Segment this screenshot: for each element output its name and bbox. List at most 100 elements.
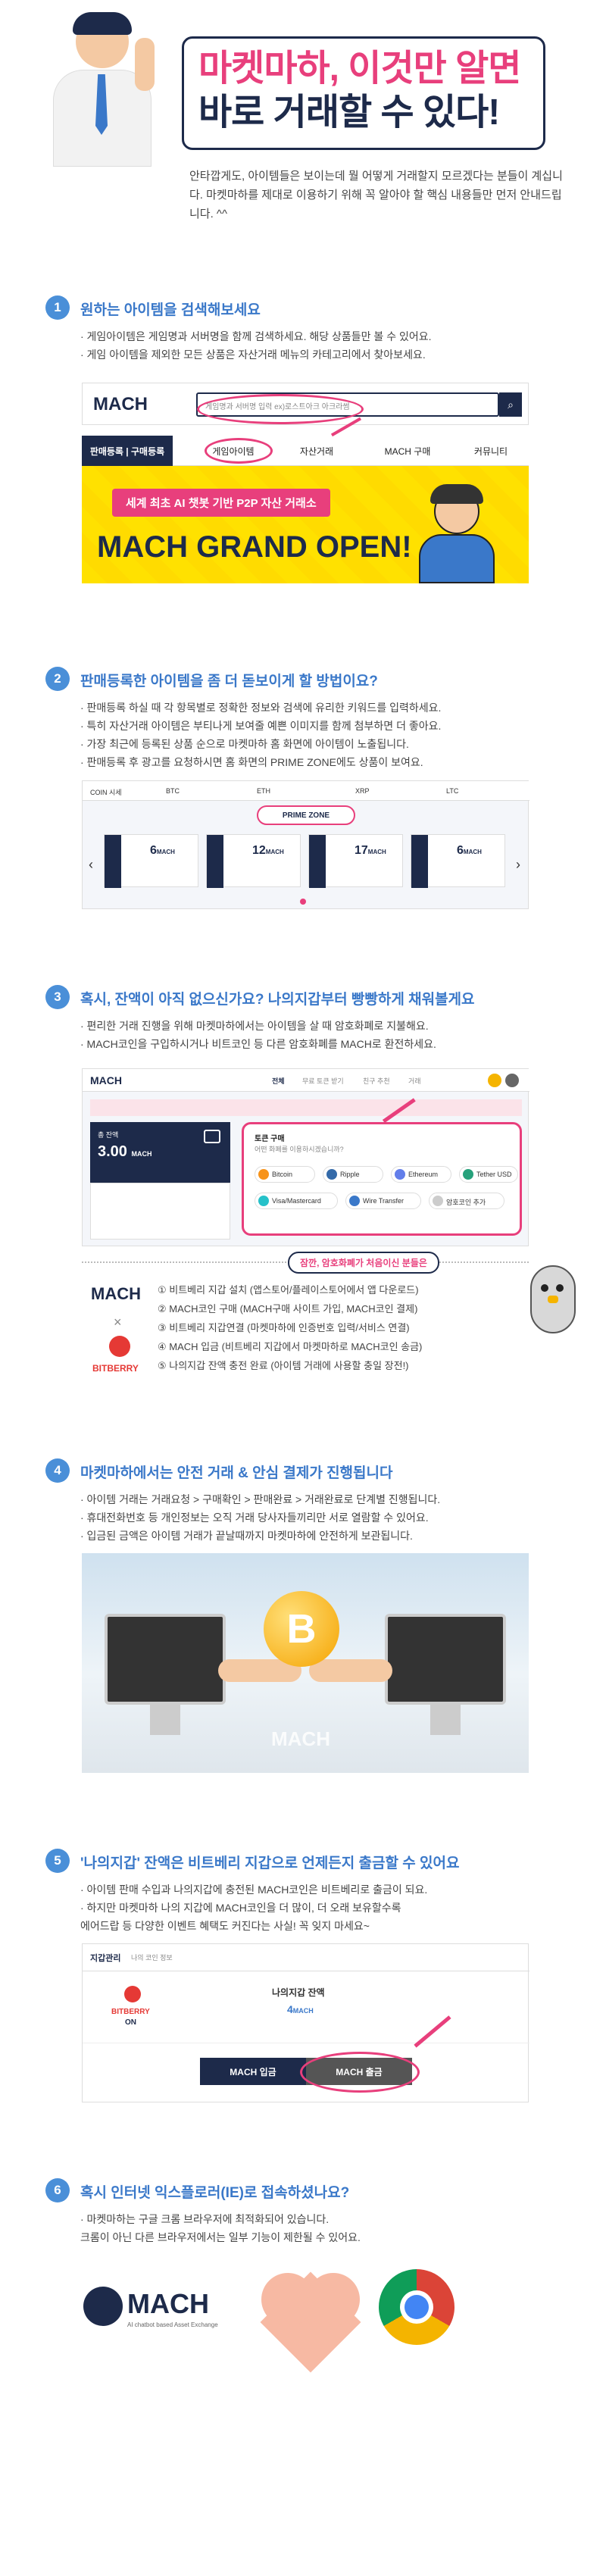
coin-option-ethereum[interactable]: Ethereum — [391, 1166, 451, 1183]
my-balance-unit: MACH — [292, 2007, 314, 2015]
monitor-stand — [430, 1705, 461, 1735]
card-unit: MACH — [463, 849, 482, 855]
monitor-left — [105, 1614, 226, 1705]
steps-list: ① 비트베리 지갑 설치 (앱스토어/플레이스토어에서 앱 다운로드) ② MA… — [158, 1280, 422, 1375]
card-unit: MACH — [156, 849, 175, 855]
bitberry-status: ON — [125, 2018, 136, 2027]
coin-option-ripple[interactable]: Ripple — [323, 1166, 383, 1183]
section-2-number: 2 — [45, 667, 70, 691]
prime-zone-mock: COIN 시세 BTC ETH XRP LTC PRIME ZONE ‹ › 6… — [82, 780, 529, 909]
wallet-logo[interactable]: MACH — [90, 1074, 122, 1086]
times-icon: × — [114, 1315, 122, 1330]
prime-card[interactable]: 12MACH — [206, 834, 301, 888]
wallet-mock: MACH 전체 무료 토큰 받기 친구 추천 거래 총 잔액 3.00 MACH… — [82, 1068, 529, 1246]
section-1-bullet: · 게임 아이템을 제외한 모든 상품은 자산거래 메뉴의 카테고리에서 찾아보… — [80, 349, 426, 361]
coin-option-add[interactable]: 암호코인 추가 — [429, 1193, 504, 1209]
prime-card[interactable]: 6MACH — [104, 834, 198, 888]
section-2-bullet: · 가장 최근에 등록된 상품 순으로 마켓마하 홈 화면에 아이템이 노출됩니… — [80, 738, 409, 750]
prime-zone-label: PRIME ZONE — [257, 805, 355, 825]
avatar[interactable] — [505, 1074, 519, 1087]
wallet-tab[interactable]: 전체 — [272, 1076, 285, 1086]
wallet-manage-mock: 지갑관리 나의 코인 정보 BITBERRY ON 나의지갑 잔액 4 MACH … — [82, 1943, 529, 2102]
section-3-bullet: · MACH코인을 구입하시거나 비트코인 등 다른 암호화폐를 MACH로 환… — [80, 1038, 436, 1050]
hero-title-line2: 바로 거래할 수 있다! — [198, 92, 500, 133]
mach-logo[interactable]: MACH — [93, 394, 148, 415]
mach-logo-mark — [83, 2287, 123, 2326]
section-2-title: 판매등록한 아이템을 좀 더 돋보이게 할 방법이요? — [80, 674, 378, 689]
mach-logo: MACH — [91, 1284, 141, 1303]
footer-brand: MACH AI chatbot based Asset Exchange — [83, 2281, 235, 2349]
prime-card[interactable]: 6MACH — [411, 834, 505, 888]
token-buy-panel: 토큰 구매 어떤 화폐를 이용하시겠습니까? Bitcoin Ripple Et… — [242, 1122, 522, 1236]
next-arrow-icon[interactable]: › — [516, 857, 520, 873]
prev-arrow-icon[interactable]: ‹ — [89, 857, 93, 873]
bitberry-label: BITBERRY — [92, 1363, 139, 1374]
register-button[interactable]: 판매등록 | 구매등록 — [82, 436, 173, 466]
my-balance-amount: 4 — [287, 2003, 293, 2015]
wallet-tab[interactable]: 거래 — [408, 1076, 421, 1086]
token-buy-sub: 어떤 화폐를 이용하시겠습니까? — [255, 1146, 344, 1153]
bitberry-icon — [124, 1986, 141, 2002]
coin-option-visa[interactable]: Visa/Mastercard — [255, 1193, 338, 1209]
step-item: ④ MACH 입금 (비트베리 지갑에서 마켓마하로 MACH코인 송금) — [158, 1341, 423, 1352]
ticker-xrp: XRP — [355, 787, 370, 795]
coin-option-bitcoin[interactable]: Bitcoin — [255, 1166, 315, 1183]
tab-mach-buy[interactable]: MACH 구매 — [370, 436, 445, 466]
section-4-number: 4 — [45, 1458, 70, 1483]
section-3-title: 혹시, 잔액이 아직 없으신가요? 나의지갑부터 빵빵하게 채워볼게요 — [80, 992, 475, 1008]
section-4-bullet: · 휴대전화번호 등 개인정보는 오직 거래 당사자들끼리만 서로 열람할 수 … — [80, 1512, 429, 1524]
carousel-dot[interactable] — [300, 899, 306, 905]
section-5-bullet: · 하지만 마켓마하 나의 지갑에 MACH코인을 더 많이, 더 오래 보유할… — [80, 1902, 401, 1914]
section-3-bullet: · 편리한 거래 진행을 위해 마켓마하에서는 아이템을 살 때 암호화폐로 지… — [80, 1020, 429, 1032]
section-5-bullet: 에어드랍 등 다양한 이벤트 혜택도 커진다는 사실! 꼭 잊지 마세요~ — [80, 1920, 370, 1932]
section-5-title: '나의지갑' 잔액은 비트베리 지갑으로 언제든지 출금할 수 있어요 — [80, 1855, 460, 1871]
step-item: ② MACH코인 구매 (MACH구매 사이트 가입, MACH코인 결제) — [158, 1303, 418, 1315]
wallet-tab[interactable]: 친구 추천 — [363, 1076, 390, 1086]
hero-person — [45, 12, 174, 167]
section-5-bullet: · 아이템 판매 수입과 나의지갑에 충전된 MACH코인은 비트베리로 출금이… — [80, 1884, 428, 1896]
section-6-bullet: · 마켓마하는 구글 크롬 브라우저에 최적화되어 있습니다. — [80, 2213, 330, 2225]
balance-detail — [90, 1183, 230, 1240]
tab-community[interactable]: 커뮤니티 — [453, 436, 529, 466]
nav-bar: 판매등록 | 구매등록 게임아이템 자산거래 MACH 구매 커뮤니티 — [82, 436, 529, 466]
tether-icon — [463, 1169, 473, 1180]
section-4-bullet: · 입금된 금액은 아이템 거래가 끝날때까지 마켓마하에 안전하게 보관됩니다… — [80, 1530, 413, 1542]
bitcoin-icon — [258, 1169, 269, 1180]
banner-pill: 세계 최초 AI 챗봇 기반 P2P 자산 거래소 — [112, 489, 330, 517]
superhero-illustration — [415, 481, 498, 583]
coin-option-tether[interactable]: Tether USD — [459, 1166, 518, 1183]
section-5-number: 5 — [45, 1849, 70, 1873]
asset-trade-highlight — [205, 438, 273, 464]
withdraw-highlight — [300, 2052, 420, 2093]
grand-open-banner[interactable]: 세계 최초 AI 챗봇 기반 P2P 자산 거래소 MACH GRAND OPE… — [82, 466, 529, 583]
deposit-button[interactable]: MACH 입금 — [200, 2058, 306, 2085]
penguin-mascot — [523, 1250, 583, 1349]
monitor-right — [385, 1614, 506, 1705]
card-price: 6 — [150, 844, 157, 857]
balance-label: 총 잔액 — [98, 1131, 119, 1139]
my-balance-label: 나의지갑 잔액 — [272, 1987, 325, 1998]
pointer-arrow — [414, 2015, 464, 2062]
section-6-number: 6 — [45, 2178, 70, 2202]
ticker-eth: ETH — [257, 787, 270, 795]
safe-trade-illustration: B MACH — [82, 1553, 529, 1773]
prime-card[interactable]: 17MACH — [308, 834, 403, 888]
monitor-stand — [150, 1705, 180, 1735]
bitcoin-icon: B — [264, 1591, 339, 1667]
search-icon[interactable]: ⌕ — [499, 392, 522, 417]
avatar[interactable] — [488, 1074, 501, 1087]
coin-option-wire[interactable]: Wire Transfer — [345, 1193, 421, 1209]
wallet-manage-title: 지갑관리 — [90, 1954, 121, 1963]
balance-unit: MACH — [131, 1150, 152, 1158]
section-4-title: 마켓마하에서는 안전 거래 & 안심 결제가 진행됩니다 — [80, 1465, 393, 1481]
banner-headline: MACH GRAND OPEN! — [97, 530, 412, 564]
balance-card: 총 잔액 3.00 MACH — [90, 1122, 230, 1183]
section-2-bullet: · 특히 자산거래 아이템은 부티나게 보여줄 예쁜 이미지를 함께 첨부하면 … — [80, 720, 442, 732]
wallet-header: MACH 전체 무료 토큰 받기 친구 추천 거래 — [83, 1069, 529, 1092]
ticker-label: COIN 시세 — [90, 789, 122, 796]
card-price: 6 — [457, 844, 464, 857]
section-2-bullet: · 판매등록 하실 때 각 항목별로 정확한 정보와 검색에 유리한 키워드를 … — [80, 702, 442, 714]
section-6-title: 혹시 인터넷 익스플로러(IE)로 접속하셨나요? — [80, 2185, 350, 2201]
hero-title-line1: 마켓마하, 이것만 알면 — [198, 48, 521, 89]
wallet-tab[interactable]: 무료 토큰 받기 — [302, 1076, 344, 1086]
